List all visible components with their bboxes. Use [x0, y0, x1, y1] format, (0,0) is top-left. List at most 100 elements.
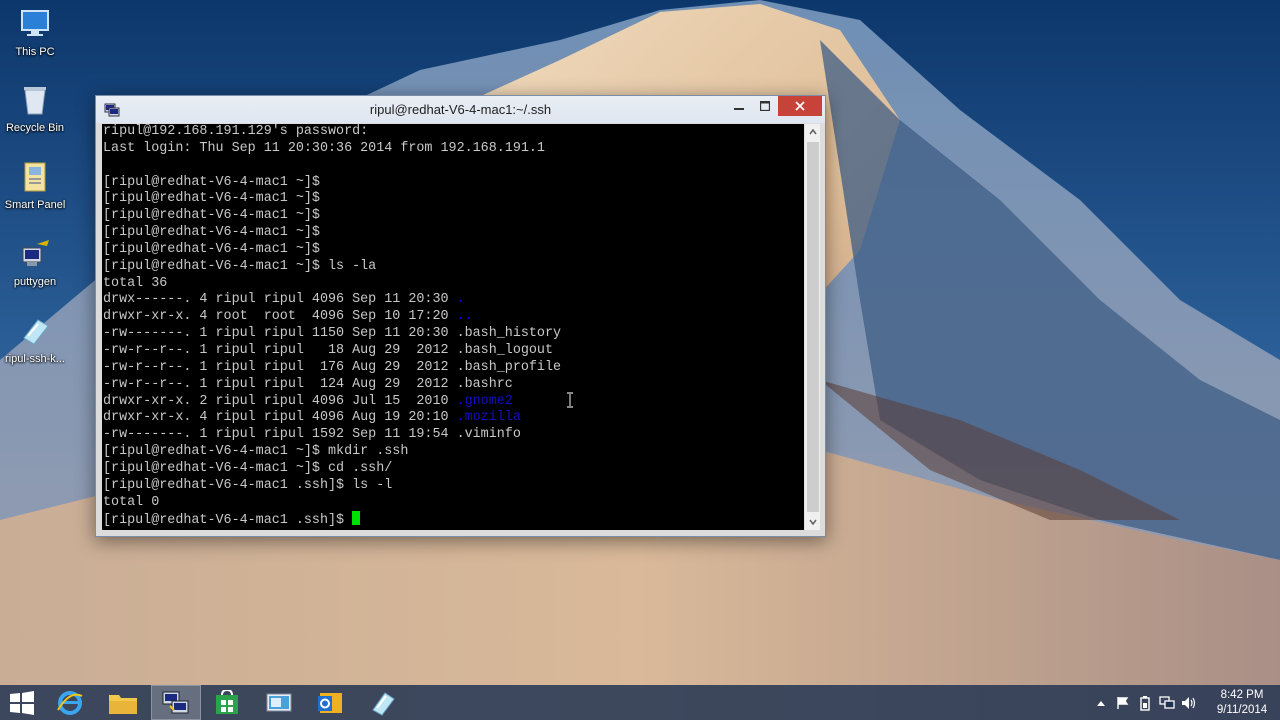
store-icon — [216, 689, 238, 714]
taskbar-file-explorer[interactable] — [98, 685, 148, 720]
listing-row: -rw-------. 1 ripul ripul 1150 Sep 11 20… — [103, 326, 804, 343]
file-explorer-icon — [109, 694, 137, 714]
clock-date: 9/11/2014 — [1216, 704, 1268, 716]
listing-meta: -rw-r--r--. 1 ripul ripul 18 Aug 29 2012 — [103, 342, 457, 358]
listing-row: -rw-------. 1 ripul ripul 1592 Sep 11 19… — [103, 427, 804, 444]
remote-desktop-icon — [266, 693, 292, 711]
listing-dir-name: . — [456, 292, 465, 308]
desktop-icon-this-pc[interactable]: This PC — [2, 4, 68, 78]
this-pc-icon — [15, 4, 55, 44]
listing-dir-name: .. — [456, 309, 473, 325]
volume-button[interactable] — [1178, 685, 1200, 720]
desktop-icon-label: Recycle Bin — [5, 122, 65, 134]
listing-meta: -rw-------. 1 ripul ripul 1150 Sep 11 20… — [103, 326, 457, 342]
listing-file-name: .bash_logout — [456, 342, 554, 358]
outlook-icon — [318, 692, 342, 713]
terminal-scrollbar[interactable] — [804, 124, 820, 530]
desktop-icon-smart-panel[interactable]: Smart Panel — [2, 157, 68, 231]
smart-panel-icon — [15, 157, 55, 197]
maximize-icon — [760, 101, 770, 111]
terminal-prompt-line[interactable]: [ripul@redhat-V6-4-mac1 .ssh]$ — [103, 511, 804, 528]
scroll-up-button[interactable] — [805, 124, 821, 140]
window-titlebar[interactable]: ripul@redhat-V6-4-mac1:~/.ssh — [96, 96, 825, 123]
desktop-icon-label: ripul-ssh-k... — [5, 353, 65, 365]
puttygen-icon — [15, 234, 55, 274]
battery-plug-icon — [1140, 695, 1150, 711]
network-button[interactable] — [1156, 685, 1178, 720]
desktop-icon-recycle-bin[interactable]: Recycle Bin — [2, 80, 68, 154]
putty-window[interactable]: ripul@redhat-V6-4-mac1:~/.ssh ripul@192.… — [95, 95, 826, 537]
terminal-line: [ripul@redhat-V6-4-mac1 ~]$ — [103, 241, 320, 257]
system-tray — [1090, 685, 1200, 720]
terminal-line: ripul@192.168.191.129's password: — [103, 124, 369, 139]
start-icon — [10, 690, 34, 715]
listing-row: drwxr-xr-x. 4 ripul ripul 4096 Aug 19 20… — [103, 410, 804, 427]
maximize-button[interactable] — [752, 96, 778, 116]
taskbar-remote-desktop[interactable] — [254, 685, 304, 720]
terminal-line: Last login: Thu Sep 11 20:30:36 2014 fro… — [103, 140, 545, 156]
listing-row: drwxr-xr-x. 4 root root 4096 Sep 10 17:2… — [103, 309, 804, 326]
desktop-icon-label: puttygen — [13, 276, 57, 288]
listing-file-name: .bash_profile — [456, 359, 562, 375]
listing-file-name: .bashrc — [456, 376, 513, 392]
show-hidden-icons-button[interactable] — [1090, 685, 1112, 720]
listing-meta: -rw-------. 1 ripul ripul 1592 Sep 11 19… — [103, 427, 457, 443]
listing-row: drwxr-xr-x. 2 ripul ripul 4096 Jul 15 20… — [103, 394, 804, 411]
terminal-prompt: [ripul@redhat-V6-4-mac1 .ssh]$ — [103, 513, 353, 529]
desktop-icon-ssh-key[interactable]: ripul-ssh-k... — [2, 311, 68, 385]
terminal-line: [ripul@redhat-V6-4-mac1 ~]$ — [103, 225, 320, 241]
window-title: ripul@redhat-V6-4-mac1:~/.ssh — [369, 102, 552, 117]
terminal-line: [ripul@redhat-V6-4-mac1 ~]$ — [103, 208, 320, 224]
terminal-line: [ripul@redhat-V6-4-mac1 ~]$ cd .ssh/ — [103, 460, 393, 476]
terminal-line: [ripul@redhat-V6-4-mac1 ~]$ ls -la — [103, 258, 377, 274]
power-button[interactable] — [1134, 685, 1156, 720]
listing-meta: drwx------. 4 ripul ripul 4096 Sep 11 20… — [103, 292, 457, 308]
terminal-line: total 36 — [103, 275, 168, 291]
taskbar-internet-explorer[interactable] — [45, 685, 95, 720]
listing-row: -rw-r--r--. 1 ripul ripul 18 Aug 29 2012… — [103, 343, 804, 360]
listing-row: -rw-r--r--. 1 ripul ripul 124 Aug 29 201… — [103, 377, 804, 394]
taskbar-outlook[interactable] — [305, 685, 355, 720]
chevron-up-icon — [809, 129, 817, 135]
listing-meta: -rw-r--r--. 1 ripul ripul 124 Aug 29 201… — [103, 376, 457, 392]
text-cursor-icon — [567, 392, 573, 408]
ssh-key-file-icon — [15, 311, 55, 351]
desktop-icon-label: This PC — [15, 46, 55, 58]
terminal-line: [ripul@redhat-V6-4-mac1 ~]$ — [103, 174, 320, 190]
terminal-line: total 0 — [103, 494, 160, 510]
terminal-output[interactable]: ripul@192.168.191.129's password: Last l… — [102, 124, 804, 530]
taskbar: 8:42 PM 9/11/2014 — [0, 685, 1280, 720]
scrollbar-thumb[interactable] — [807, 142, 819, 512]
terminal-line: [ripul@redhat-V6-4-mac1 .ssh]$ ls -l — [103, 477, 393, 493]
start-button[interactable] — [0, 685, 44, 720]
internet-explorer-icon — [57, 690, 83, 715]
action-center-button[interactable] — [1112, 685, 1134, 720]
clock-time: 8:42 PM — [1220, 689, 1264, 701]
close-icon — [795, 101, 805, 111]
recycle-bin-icon — [15, 80, 55, 120]
speaker-icon — [1182, 696, 1196, 709]
chevron-up-icon — [1097, 700, 1105, 706]
minimize-icon — [734, 108, 744, 110]
listing-meta: drwxr-xr-x. 4 ripul ripul 4096 Aug 19 20… — [103, 410, 457, 426]
listing-file-name: .bash_history — [456, 326, 562, 342]
taskbar-putty[interactable] — [151, 685, 201, 720]
desktop-icon-label: Smart Panel — [4, 199, 66, 211]
close-button[interactable] — [778, 96, 822, 116]
taskbar-ssh-key-file[interactable] — [358, 685, 408, 720]
terminal-cursor — [352, 511, 361, 526]
desktop-icon-puttygen[interactable]: puttygen — [2, 234, 68, 308]
listing-meta: -rw-r--r--. 1 ripul ripul 176 Aug 29 201… — [103, 359, 457, 375]
listing-dir-name: .gnome2 — [456, 393, 513, 409]
ssh-key-file-icon — [372, 691, 395, 716]
minimize-button[interactable] — [726, 96, 752, 116]
scroll-down-button[interactable] — [805, 514, 821, 530]
listing-meta: drwxr-xr-x. 2 ripul ripul 4096 Jul 15 20… — [103, 393, 457, 409]
listing-meta: drwxr-xr-x. 4 root root 4096 Sep 10 17:2… — [103, 309, 457, 325]
listing-dir-name: .mozilla — [456, 410, 521, 426]
flag-icon — [1117, 696, 1129, 709]
terminal-line: [ripul@redhat-V6-4-mac1 ~]$ mkdir .ssh — [103, 444, 409, 460]
taskbar-store[interactable] — [202, 685, 252, 720]
taskbar-clock[interactable]: 8:42 PM 9/11/2014 — [1204, 688, 1280, 718]
